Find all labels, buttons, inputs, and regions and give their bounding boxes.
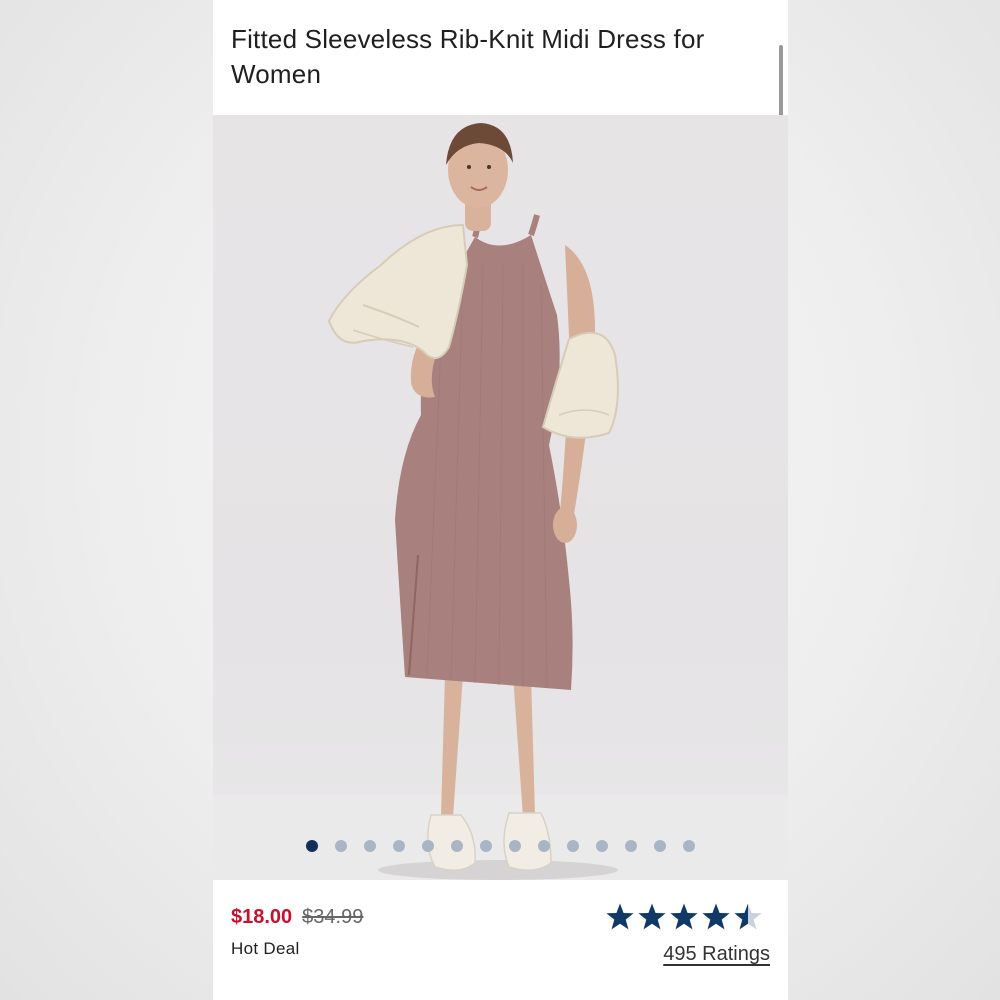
carousel-dot[interactable] [654,840,666,852]
carousel-dot[interactable] [335,840,347,852]
carousel-dot[interactable] [422,840,434,852]
product-title: Fitted Sleeveless Rib-Knit Midi Dress fo… [231,24,705,89]
price-row: $18.00 $34.99 [231,906,363,929]
star-icon [734,903,762,930]
carousel-dot[interactable] [538,840,550,852]
carousel-dot[interactable] [306,840,318,852]
product-page: Fitted Sleeveless Rib-Knit Midi Dress fo… [213,0,788,1000]
carousel-dot[interactable] [480,840,492,852]
carousel-dot[interactable] [451,840,463,852]
carousel-dot[interactable] [364,840,376,852]
carousel-dot[interactable] [393,840,405,852]
carousel-dot[interactable] [683,840,695,852]
sale-price: $18.00 [231,906,293,928]
deal-badge: Hot Deal [231,939,300,958]
image-carousel-dots [213,840,788,852]
star-icon [702,903,730,930]
star-icon [638,903,666,930]
ratings-count-link[interactable]: 495 Ratings [663,943,770,966]
star-icon [670,903,698,930]
carousel-dot[interactable] [625,840,637,852]
star-rating[interactable] [605,902,763,932]
product-photo-illustration [213,123,788,880]
carousel-dot[interactable] [567,840,579,852]
star-icon [606,903,634,930]
carousel-dot[interactable] [509,840,521,852]
original-price: $34.99 [302,906,364,928]
carousel-dot[interactable] [596,840,608,852]
product-image[interactable] [213,115,788,880]
